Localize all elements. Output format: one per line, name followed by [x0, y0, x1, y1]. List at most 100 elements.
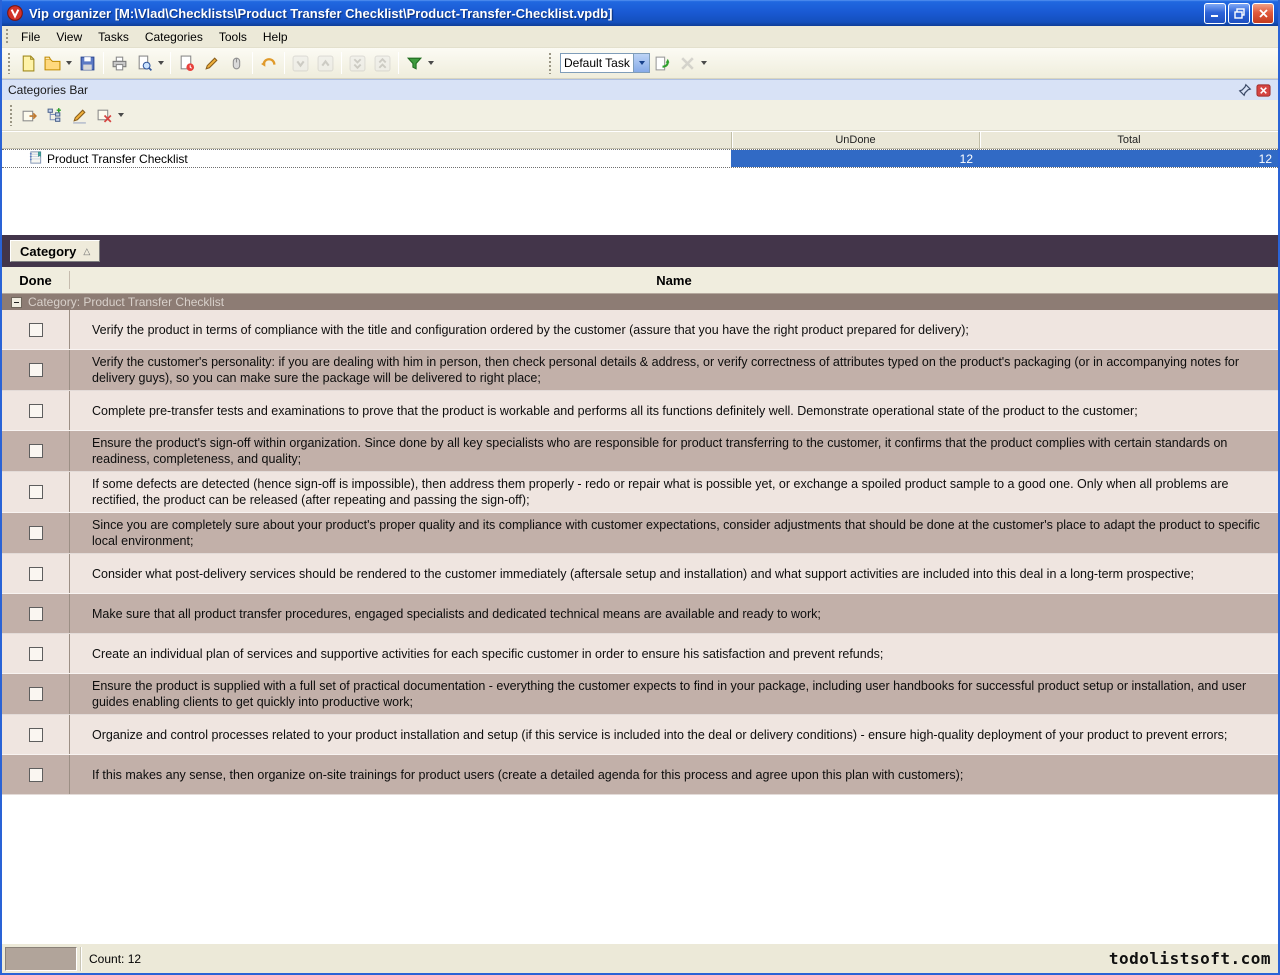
tree-column-name[interactable]: [2, 132, 731, 148]
task-row[interactable]: Ensure the product is supplied with a fu…: [2, 674, 1278, 715]
tree-column-undone[interactable]: UnDone: [731, 132, 979, 148]
menu-help[interactable]: Help: [255, 28, 296, 46]
move-bottom-icon[interactable]: [345, 52, 370, 75]
column-header-done[interactable]: Done: [2, 271, 70, 289]
open-file-icon[interactable]: [40, 52, 65, 75]
complete-task-icon[interactable]: [224, 52, 249, 75]
restore-button[interactable]: [1228, 3, 1250, 24]
task-text[interactable]: Ensure the product is supplied with a fu…: [70, 674, 1278, 714]
pin-icon[interactable]: [1236, 81, 1254, 99]
category-undone-count: 12: [731, 150, 979, 167]
task-checkbox[interactable]: [29, 444, 43, 458]
categories-toolbar-gripper: [9, 105, 14, 126]
task-row[interactable]: Verify the customer's personality: if yo…: [2, 350, 1278, 391]
add-subcategory-icon[interactable]: [42, 104, 67, 127]
task-row[interactable]: Verify the product in terms of complianc…: [2, 310, 1278, 350]
add-task-icon[interactable]: [174, 52, 199, 75]
save-icon[interactable]: [75, 52, 100, 75]
open-dropdown-caret[interactable]: [66, 61, 72, 65]
edit-task-icon[interactable]: [199, 52, 224, 75]
task-row[interactable]: Consider what post-delivery services sho…: [2, 554, 1278, 594]
categories-toolbar-caret[interactable]: [118, 113, 124, 117]
undo-icon[interactable]: [256, 52, 281, 75]
category-group-row[interactable]: Category: Product Transfer Checklist: [2, 294, 1278, 310]
combo-arrow-icon[interactable]: [633, 54, 649, 72]
categories-toolbar: [2, 100, 1278, 131]
task-checkbox[interactable]: [29, 567, 43, 581]
task-text[interactable]: If this makes any sense, then organize o…: [70, 755, 1278, 794]
task-text[interactable]: Complete pre-transfer tests and examinat…: [70, 391, 1278, 430]
menu-tools[interactable]: Tools: [211, 28, 255, 46]
collapse-icon[interactable]: [11, 297, 22, 308]
titlebar: Vip organizer [M:\Vlad\Checklists\Produc…: [2, 0, 1278, 26]
move-down-icon[interactable]: [288, 52, 313, 75]
task-row[interactable]: Create an individual plan of services an…: [2, 634, 1278, 674]
filter-view-icon[interactable]: [402, 52, 427, 75]
task-row[interactable]: Organize and control processes related t…: [2, 715, 1278, 755]
task-text[interactable]: Consider what post-delivery services sho…: [70, 554, 1278, 593]
filter-dropdown-caret[interactable]: [428, 61, 434, 65]
move-up-icon[interactable]: [313, 52, 338, 75]
task-text[interactable]: Since you are completely sure about your…: [70, 513, 1278, 553]
task-text[interactable]: Ensure the product's sign-off within org…: [70, 431, 1278, 471]
toolbar-separator: [284, 52, 285, 74]
task-checkbox[interactable]: [29, 323, 43, 337]
new-file-icon[interactable]: [15, 52, 40, 75]
menu-gripper: [5, 29, 10, 44]
task-checkbox[interactable]: [29, 404, 43, 418]
task-checkbox[interactable]: [29, 768, 43, 782]
clear-view-icon[interactable]: [675, 52, 700, 75]
task-text[interactable]: Create an individual plan of services an…: [70, 634, 1278, 673]
task-view-combo[interactable]: Default Task V: [560, 53, 650, 73]
task-checkbox[interactable]: [29, 526, 43, 540]
print-preview-icon[interactable]: [132, 52, 157, 75]
task-view-combo-value: Default Task V: [561, 56, 633, 70]
task-row[interactable]: Ensure the product's sign-off within org…: [2, 431, 1278, 472]
grid-header: Done Name: [2, 267, 1278, 294]
column-header-name[interactable]: Name: [70, 273, 1278, 288]
tree-column-total[interactable]: Total: [979, 132, 1278, 148]
category-sort-button[interactable]: Category △: [10, 240, 100, 262]
toolbar-gripper: [7, 53, 12, 74]
status-left-box: [5, 947, 77, 971]
menu-view[interactable]: View: [48, 28, 90, 46]
task-checkbox[interactable]: [29, 485, 43, 499]
close-button[interactable]: [1252, 3, 1274, 24]
menu-categories[interactable]: Categories: [137, 28, 211, 46]
task-checkbox[interactable]: [29, 687, 43, 701]
task-text[interactable]: Verify the customer's personality: if yo…: [70, 350, 1278, 390]
print-icon[interactable]: [107, 52, 132, 75]
delete-category-icon[interactable]: [92, 104, 117, 127]
task-checkbox[interactable]: [29, 728, 43, 742]
task-row[interactable]: Since you are completely sure about your…: [2, 513, 1278, 554]
menu-file[interactable]: File: [13, 28, 48, 46]
menu-tasks[interactable]: Tasks: [90, 28, 137, 46]
move-top-icon[interactable]: [370, 52, 395, 75]
task-text[interactable]: Organize and control processes related t…: [70, 715, 1278, 754]
edit-category-icon[interactable]: [67, 104, 92, 127]
notebook-icon: [28, 150, 43, 168]
task-list: Verify the product in terms of complianc…: [2, 310, 1278, 795]
view-options-caret[interactable]: [701, 61, 707, 65]
task-row[interactable]: Complete pre-transfer tests and examinat…: [2, 391, 1278, 431]
category-tree-row[interactable]: Product Transfer Checklist 12 12: [2, 149, 1278, 168]
status-count: Count: 12: [80, 947, 1106, 971]
task-row[interactable]: If some defects are detected (hence sign…: [2, 472, 1278, 513]
add-category-icon[interactable]: [17, 104, 42, 127]
apply-view-icon[interactable]: [650, 52, 675, 75]
menu-bar: File View Tasks Categories Tools Help: [2, 26, 1278, 48]
task-text[interactable]: If some defects are detected (hence sign…: [70, 472, 1278, 512]
print-dropdown-caret[interactable]: [158, 61, 164, 65]
task-text[interactable]: Make sure that all product transfer proc…: [70, 594, 1278, 633]
minimize-button[interactable]: [1204, 3, 1226, 24]
task-checkbox[interactable]: [29, 363, 43, 377]
task-checkbox[interactable]: [29, 607, 43, 621]
task-text[interactable]: Verify the product in terms of complianc…: [70, 310, 1278, 349]
toolbar-separator: [103, 52, 104, 74]
task-row[interactable]: If this makes any sense, then organize o…: [2, 755, 1278, 795]
task-row[interactable]: Make sure that all product transfer proc…: [2, 594, 1278, 634]
category-sort-label: Category: [20, 244, 76, 259]
categories-close-icon[interactable]: [1254, 81, 1272, 99]
toolbar-separator: [341, 52, 342, 74]
task-checkbox[interactable]: [29, 647, 43, 661]
